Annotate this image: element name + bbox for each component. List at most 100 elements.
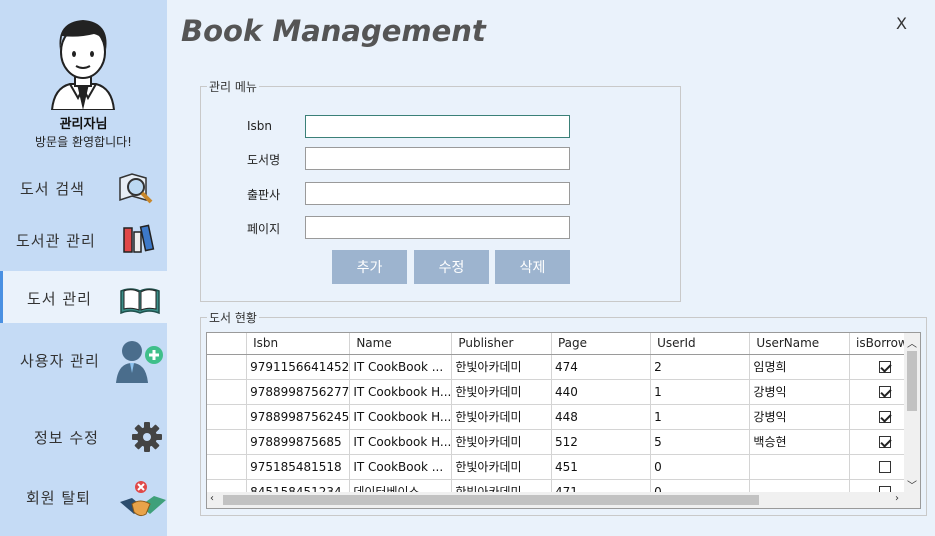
column-header[interactable]: Publisher (451, 333, 552, 355)
cell-publisher: 한빛아카데미 (451, 354, 552, 380)
borrowed-checkbox[interactable] (878, 436, 891, 448)
isbn-input[interactable] (305, 115, 570, 138)
cell-page: 448 (551, 404, 652, 430)
table-row[interactable]: 9788998756277 IT Cookbook H... 한빛아카데미 44… (207, 379, 920, 405)
borrowed-checkbox[interactable] (878, 386, 891, 398)
cell-page: 512 (551, 429, 652, 455)
cell-user-id: 2 (650, 354, 751, 380)
row-header-corner (207, 333, 248, 355)
cell-isbn: 9788998756277 (246, 379, 351, 405)
nav-label: 도서 검색 (20, 180, 85, 198)
cell-name: IT Cookbook H... (349, 379, 453, 405)
publisher-input[interactable] (305, 182, 570, 205)
books-icon (123, 224, 155, 253)
cell-user-name (749, 454, 851, 480)
cell-user-name: 임명희 (749, 354, 851, 380)
cell-isbn: 9791156641452 (246, 354, 351, 380)
nav-library-management[interactable]: 도서관 관리 (0, 212, 167, 264)
cell-isbn: 9788998756245 (246, 404, 351, 430)
nav-label: 사용자 관리 (20, 352, 100, 370)
nav-withdraw[interactable]: 회원 탈퇴 (0, 470, 167, 522)
borrowed-checkbox[interactable] (878, 461, 891, 473)
nav-label: 회원 탈퇴 (26, 489, 91, 507)
borrowed-checkbox[interactable] (878, 361, 891, 373)
table-row[interactable]: 978899875685 IT Cookbook H... 한빛아카데미 512… (207, 429, 920, 455)
scroll-up-icon[interactable]: ︿ (907, 335, 917, 350)
header-row: Isbn Name Publisher Page UserId UserName… (207, 333, 920, 355)
nav-edit-info[interactable]: 정보 수정 (0, 410, 167, 462)
row-header[interactable] (207, 404, 248, 430)
vertical-scrollbar[interactable]: ︿ ﹀ (904, 333, 920, 493)
table-row[interactable]: 975185481518 IT CookBook ... 한빛아카데미 451 … (207, 454, 920, 480)
book-table: Isbn Name Publisher Page UserId UserName… (207, 333, 920, 505)
horizontal-scrollbar[interactable]: ‹ › (207, 492, 907, 508)
column-header[interactable]: Page (551, 333, 652, 355)
sidebar: 관리자님 방문을 환영합니다! 도서 검색 도서관 관리 도서 관리 사용자 관… (0, 0, 167, 536)
column-header[interactable]: UserId (650, 333, 751, 355)
cell-user-id: 5 (650, 429, 751, 455)
cell-isbn: 975185481518 (246, 454, 351, 480)
cell-user-name: 백승현 (749, 429, 851, 455)
cell-user-name: 강병익 (749, 379, 851, 405)
admin-avatar (50, 20, 116, 110)
horizontal-scroll-thumb[interactable] (223, 495, 759, 505)
cell-publisher: 한빛아카데미 (451, 404, 552, 430)
scroll-left-icon[interactable]: ‹ (210, 493, 214, 504)
book-grid[interactable]: Isbn Name Publisher Page UserId UserName… (206, 332, 921, 509)
cell-user-id: 1 (650, 404, 751, 430)
vertical-scroll-thumb[interactable] (907, 351, 917, 411)
publisher-label: 출판사 (247, 188, 281, 202)
nav-book-management[interactable]: 도서 관리 (0, 271, 167, 323)
welcome-message: 방문을 환영합니다! (35, 135, 132, 149)
page-title: Book Management (181, 14, 486, 48)
cell-page: 474 (551, 354, 652, 380)
row-header[interactable] (207, 454, 248, 480)
column-header[interactable]: Name (349, 333, 453, 355)
cell-name: IT Cookbook H... (349, 429, 453, 455)
row-header[interactable] (207, 354, 248, 380)
row-header[interactable] (207, 429, 248, 455)
column-header[interactable]: Isbn (246, 333, 351, 355)
cell-user-id: 1 (650, 379, 751, 405)
cell-name: IT CookBook ... (349, 454, 453, 480)
cell-name: IT CookBook ... (349, 354, 453, 380)
row-header[interactable] (207, 379, 248, 405)
isbn-label: Isbn (247, 119, 273, 133)
cell-page: 440 (551, 379, 652, 405)
cell-publisher: 한빛아카데미 (451, 379, 552, 405)
open-book-icon (120, 288, 160, 315)
cell-page: 451 (551, 454, 652, 480)
cell-name: IT Cookbook H... (349, 404, 453, 430)
handshake-icon (120, 481, 166, 517)
cell-user-id: 0 (650, 454, 751, 480)
delete-button[interactable]: 삭제 (495, 250, 570, 284)
nav-book-search[interactable]: 도서 검색 (0, 160, 167, 212)
title-label: 도서명 (247, 153, 281, 167)
add-button[interactable]: 추가 (332, 250, 407, 284)
nav-label: 도서관 관리 (16, 232, 96, 250)
page-input[interactable] (305, 216, 570, 239)
add-user-icon (116, 341, 163, 383)
cell-isbn: 978899875685 (246, 429, 351, 455)
group-legend: 관리 메뉴 (209, 80, 257, 94)
column-header[interactable]: UserName (749, 333, 851, 355)
cell-publisher: 한빛아카데미 (451, 429, 552, 455)
page-label: 페이지 (247, 222, 281, 236)
title-input[interactable] (305, 147, 570, 170)
scroll-down-icon[interactable]: ﹀ (907, 477, 917, 492)
nav-user-management[interactable]: 사용자 관리 (0, 333, 167, 385)
gear-icon (132, 422, 162, 452)
magnifier-book-icon (119, 173, 153, 204)
user-name: 관리자님 (59, 117, 108, 132)
nav-label: 정보 수정 (34, 429, 99, 447)
close-button[interactable]: X (896, 14, 907, 33)
cell-user-name: 강병익 (749, 404, 851, 430)
scrollbar-corner (904, 492, 920, 508)
table-row[interactable]: 9791156641452 IT CookBook ... 한빛아카데미 474… (207, 354, 920, 380)
cell-publisher: 한빛아카데미 (451, 454, 552, 480)
scroll-right-icon[interactable]: › (895, 493, 899, 504)
borrowed-checkbox[interactable] (878, 411, 891, 423)
nav-label: 도서 관리 (27, 290, 92, 308)
table-row[interactable]: 9788998756245 IT Cookbook H... 한빛아카데미 44… (207, 404, 920, 430)
edit-button[interactable]: 수정 (414, 250, 489, 284)
